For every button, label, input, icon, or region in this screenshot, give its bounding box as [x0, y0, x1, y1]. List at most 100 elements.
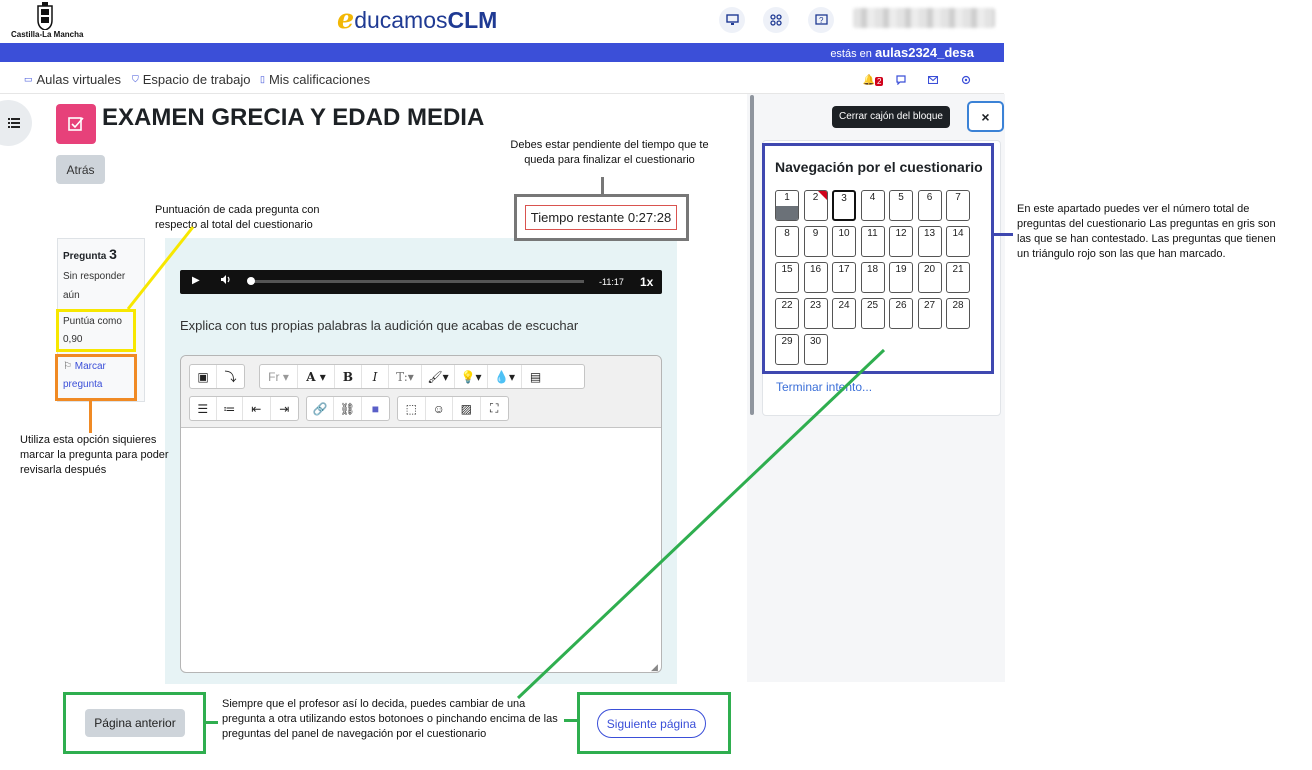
question-nav-button[interactable]: 14: [946, 226, 970, 257]
lightbulb-icon[interactable]: 💡▾: [455, 365, 488, 388]
question-nav-button[interactable]: 2: [803, 190, 828, 221]
toolbar-collapse-icon[interactable]: ▣: [190, 365, 217, 388]
audio-seek-handle[interactable]: [247, 277, 255, 285]
nav-aulas-virtuales[interactable]: ▭ Aulas virtuales: [24, 72, 121, 87]
bullet-list-icon[interactable]: ☰: [190, 397, 217, 420]
teams-icon[interactable]: ■: [362, 397, 389, 420]
nav-mis-calificaciones[interactable]: ▯ Mis calificaciones: [260, 72, 370, 87]
question-nav-button[interactable]: 22: [775, 298, 799, 329]
question-nav-number: 22: [781, 300, 793, 311]
grades-icon: ▯: [260, 74, 265, 84]
question-nav-number: 19: [895, 264, 907, 275]
nav-espacio-trabajo[interactable]: ⛉ Espacio de trabajo: [132, 72, 250, 87]
question-nav-button[interactable]: 15: [775, 262, 799, 293]
question-nav-button[interactable]: 24: [832, 298, 856, 329]
numbered-list-icon[interactable]: ≔: [217, 397, 244, 420]
note-timer: Debes estar pendiente del tiempo que te …: [510, 139, 709, 166]
question-nav-number: 15: [781, 264, 793, 275]
quiz-navigation-title: Navegación por el cuestionario: [775, 159, 983, 175]
question-nav-number: 3: [841, 193, 847, 204]
apps-grid-icon[interactable]: [763, 7, 789, 33]
back-button[interactable]: Atrás: [56, 155, 105, 184]
question-nav-button[interactable]: 26: [889, 298, 913, 329]
question-nav-button[interactable]: 13: [917, 226, 942, 257]
question-nav-button[interactable]: 9: [803, 226, 828, 257]
font-size-button[interactable]: T: ▾: [389, 365, 422, 388]
italic-button[interactable]: I: [362, 365, 389, 388]
region-crest-logo: [37, 2, 53, 30]
help-icon[interactable]: ?: [808, 7, 834, 33]
question-nav-button[interactable]: 3: [832, 190, 856, 221]
image-icon[interactable]: ▨: [453, 397, 481, 420]
audio-seek-bar[interactable]: [250, 280, 584, 283]
question-nav-button[interactable]: 19: [889, 262, 913, 293]
page-scrollbar[interactable]: [750, 95, 754, 415]
classroom-icon: ▭: [24, 74, 33, 84]
mail-icon[interactable]: [925, 72, 941, 88]
quiz-icon: [56, 104, 96, 144]
question-nav-number: 21: [952, 264, 964, 275]
question-nav-button[interactable]: 16: [803, 262, 828, 293]
question-nav-number: 9: [812, 228, 819, 239]
indent-icon[interactable]: ⇥: [271, 397, 298, 420]
previous-page-button[interactable]: Página anterior: [85, 709, 185, 737]
question-nav-button[interactable]: 5: [889, 190, 913, 221]
question-nav-number: 27: [923, 300, 936, 311]
question-nav-button[interactable]: 17: [832, 262, 856, 293]
resize-handle-icon[interactable]: ◢: [651, 662, 658, 673]
font-color-button[interactable]: A ▾: [298, 365, 335, 388]
question-nav-button[interactable]: 4: [860, 190, 885, 221]
chat-icon[interactable]: [893, 72, 909, 88]
question-nav-button[interactable]: 28: [946, 298, 970, 329]
next-page-button[interactable]: Siguiente página: [597, 709, 706, 738]
enter-icon[interactable]: ⤵: [217, 365, 244, 388]
course-index-toggle[interactable]: [0, 100, 32, 146]
question-nav-button[interactable]: 12: [889, 226, 913, 257]
question-nav-button[interactable]: 6: [917, 190, 942, 221]
question-nav-button[interactable]: 29: [775, 334, 799, 365]
question-nav-button[interactable]: 10: [832, 226, 856, 257]
unlink-icon[interactable]: ⛓: [334, 397, 362, 420]
question-nav-button[interactable]: 7: [946, 190, 970, 221]
question-nav-button[interactable]: 23: [803, 298, 828, 329]
special-char-icon[interactable]: ▤: [522, 365, 549, 388]
settings-icon[interactable]: [958, 72, 974, 88]
finish-attempt-link[interactable]: Terminar intento...: [776, 380, 872, 394]
close-icon: ×: [981, 108, 990, 125]
question-nav-button[interactable]: 30: [803, 334, 828, 365]
emoji-icon[interactable]: ☺: [426, 397, 453, 420]
question-nav-button[interactable]: 1: [775, 190, 799, 221]
audio-time-remaining: -11:17: [599, 277, 624, 287]
font-family-button[interactable]: Fr ▾: [260, 365, 298, 388]
playback-rate-button[interactable]: 1x: [640, 275, 653, 289]
question-nav-number: 14: [952, 228, 964, 239]
editor-toolbar: ▣ ⤵ Fr ▾ A ▾ B I T: ▾ 🖌▾ 💡▾ 💧▾ ▤ ☰ ≔ ⇤ ⇥ …: [181, 356, 661, 428]
question-nav-number: 4: [869, 192, 876, 203]
question-nav-button[interactable]: 18: [860, 262, 885, 293]
fullscreen-icon[interactable]: ⛶: [481, 397, 508, 420]
bold-button[interactable]: B: [335, 365, 362, 388]
close-drawer-button[interactable]: ×: [967, 101, 1004, 132]
question-nav-number: 5: [898, 192, 904, 203]
close-drawer-tooltip: Cerrar cajón del bloque: [832, 106, 950, 128]
paintbrush-icon[interactable]: 🖌▾: [422, 365, 455, 388]
question-nav-button[interactable]: 20: [917, 262, 942, 293]
monitor-icon[interactable]: [719, 7, 745, 33]
question-nav-button[interactable]: 27: [917, 298, 942, 329]
play-icon[interactable]: ▶: [192, 275, 200, 286]
color-drop-icon[interactable]: 💧▾: [488, 365, 522, 388]
user-menu[interactable]: [853, 8, 995, 28]
question-nav-number: 18: [866, 264, 879, 275]
page-title: EXAMEN GRECIA Y EDAD MEDIA: [102, 104, 485, 131]
question-nav-button[interactable]: 25: [860, 298, 885, 329]
h5p-box-icon[interactable]: ⬚: [398, 397, 426, 420]
question-nav-button[interactable]: 21: [946, 262, 970, 293]
outdent-icon[interactable]: ⇤: [243, 397, 271, 420]
brand-logo[interactable]: educamosCLM: [337, 4, 497, 35]
link-icon[interactable]: 🔗: [307, 397, 335, 420]
volume-icon[interactable]: [220, 274, 232, 288]
question-nav-number: 8: [784, 228, 790, 239]
question-nav-number: 29: [781, 336, 793, 347]
question-nav-button[interactable]: 11: [860, 226, 885, 257]
question-nav-button[interactable]: 8: [775, 226, 799, 257]
